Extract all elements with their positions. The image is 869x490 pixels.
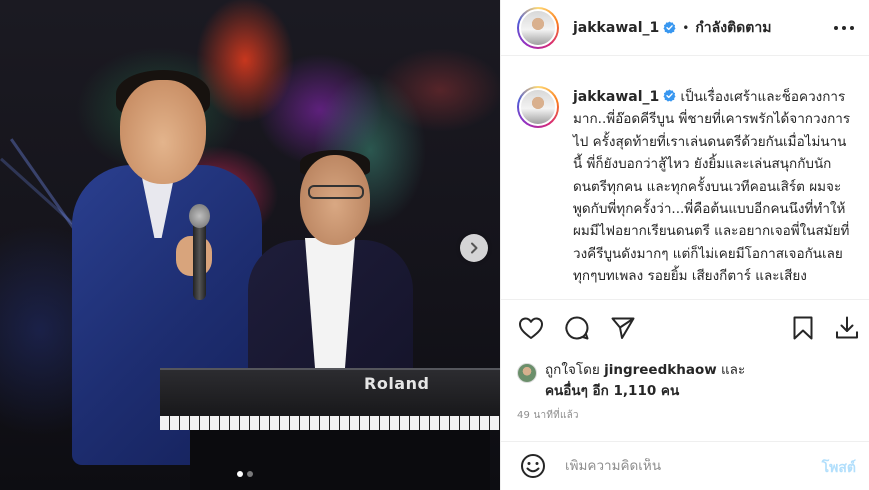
more-options-icon[interactable]	[834, 19, 854, 37]
post-detail-panel: jakkawal_1 • กำลังติดตาม jakkawal_1 เป็น…	[500, 0, 869, 490]
post-header: jakkawal_1 • กำลังติดตาม	[501, 0, 869, 56]
caption-text-block: jakkawal_1 เป็นเรื่องเศร้าและช็อควงการมา…	[573, 86, 854, 299]
caption-avatar-ring[interactable]	[517, 86, 559, 128]
avatar	[519, 8, 557, 47]
post-timestamp[interactable]: 49 นาทีที่แล้ว	[517, 408, 579, 423]
heart-icon[interactable]	[517, 314, 545, 342]
carousel-dot	[247, 471, 253, 477]
caption-text: เป็นเรื่องเศร้าและช็อควงการมาก..พี่อ๊อดค…	[573, 89, 851, 285]
keyboard-brand-logo: Roland	[364, 374, 430, 393]
liked-by-and: และ	[720, 362, 746, 378]
singer-face	[120, 80, 206, 184]
chevron-right-icon	[471, 242, 478, 254]
avatar[interactable]	[517, 363, 537, 383]
carousel-next-button[interactable]	[460, 234, 488, 262]
liked-by-row: ถูกใจโดย jingreedkhaow และ คนอื่นๆ อีก 1…	[517, 360, 745, 402]
comment-bar: โพสต์	[501, 441, 869, 490]
bookmark-icon[interactable]	[789, 314, 817, 342]
liked-by-others-link[interactable]: คนอื่นๆ อีก 1,110 คน	[545, 383, 679, 399]
keyboardist-face	[300, 155, 370, 245]
smiley-icon[interactable]	[519, 452, 547, 480]
paper-plane-icon[interactable]	[609, 314, 637, 342]
comment-input[interactable]	[565, 458, 815, 474]
liked-by-text: ถูกใจโดย jingreedkhaow และ คนอื่นๆ อีก 1…	[545, 360, 745, 402]
action-bar	[501, 299, 869, 355]
download-icon[interactable]	[833, 314, 861, 342]
liked-by-label: ถูกใจโดย	[545, 362, 600, 378]
glasses	[308, 185, 364, 199]
verified-badge-icon	[663, 89, 676, 102]
caption-area: jakkawal_1 เป็นเรื่องเศร้าและช็อควงการมา…	[501, 56, 869, 299]
liked-by-username[interactable]: jingreedkhaow	[604, 362, 717, 378]
separator-dot: •	[682, 20, 690, 35]
piano-keys	[160, 416, 500, 430]
post-comment-button[interactable]: โพสต์	[822, 457, 856, 479]
header-username[interactable]: jakkawal_1	[573, 20, 659, 36]
carousel-indicator	[237, 471, 253, 477]
caption-username[interactable]: jakkawal_1	[573, 89, 659, 105]
avatar	[519, 88, 557, 126]
following-button[interactable]: กำลังติดตาม	[695, 17, 771, 39]
carousel-dot-active	[237, 471, 243, 477]
post-photo[interactable]: Roland	[0, 0, 500, 490]
verified-badge-icon	[663, 21, 676, 34]
comment-icon[interactable]	[563, 314, 591, 342]
story-ring[interactable]	[517, 6, 559, 49]
